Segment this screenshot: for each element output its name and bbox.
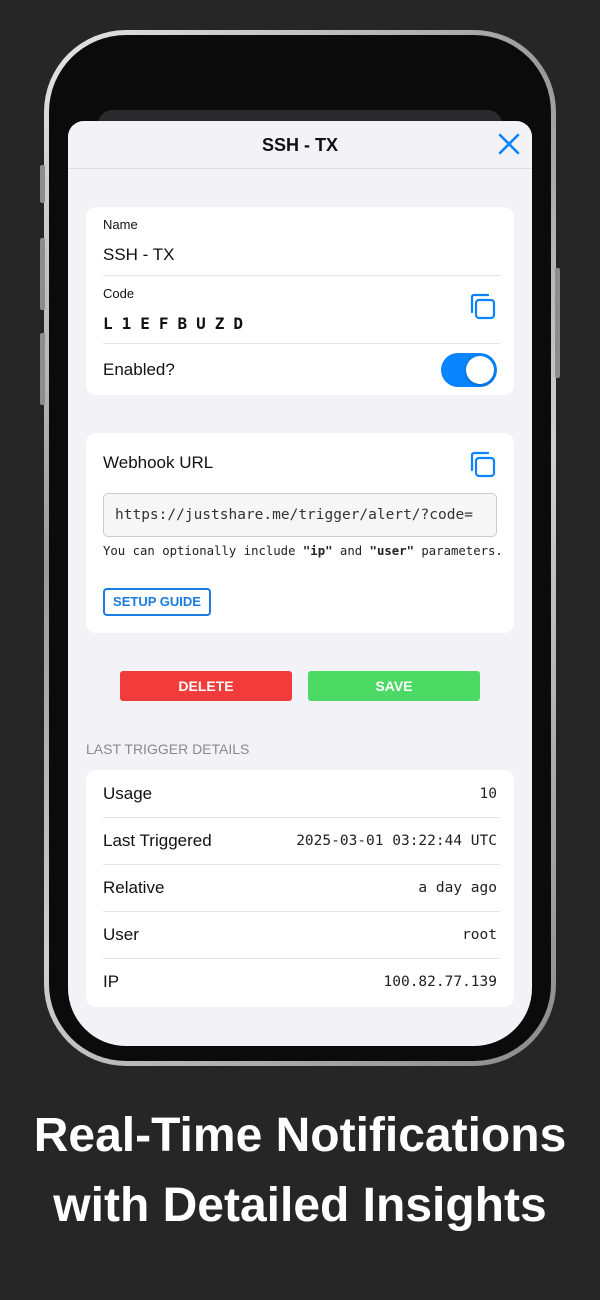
hint-user: "user" [369,544,414,558]
detail-row-ip: IP 100.82.77.139 [103,958,497,1005]
caption-line-1: Real-Time Notifications [33,1109,567,1162]
delete-button[interactable]: DELETE [120,671,292,701]
detail-row-usage: Usage 10 [103,770,497,817]
phone-volume-up [40,238,45,310]
row-value: 10 [479,786,497,802]
webhook-label: Webhook URL [103,453,214,472]
detail-row-user: User root [103,911,497,958]
hint-prefix: You can optionally include [103,544,303,558]
last-trigger-card: Usage 10 Last Triggered 2025-03-01 03:22… [86,770,514,1007]
setup-guide-button[interactable]: SETUP GUIDE [103,588,211,616]
section-header: LAST TRIGGER DETAILS [86,741,250,757]
copy-code-icon[interactable] [467,291,497,321]
app-screen: SSH - TX Name SSH - TX Code L1EFBUZD Ena… [68,121,532,1046]
row-value: 100.82.77.139 [383,974,498,990]
row-label: Usage [103,784,153,803]
divider [103,343,500,344]
detail-row-relative: Relative a day ago [103,864,497,911]
enabled-toggle[interactable] [441,353,497,387]
row-value: 2025-03-01 03:22:44 UTC [296,833,497,849]
row-value: root [462,927,497,943]
hint-and: and [332,544,370,558]
caption-line-2: with Detailed Insights [53,1179,547,1232]
copy-url-icon[interactable] [467,449,497,479]
name-field[interactable]: SSH - TX [103,245,174,265]
row-value: a day ago [418,880,497,896]
row-label: User [103,925,139,944]
webhook-hint: You can optionally include "ip" and "use… [103,541,503,561]
webhook-card: Webhook URL https://justshare.me/trigger… [86,433,514,633]
detail-row-last-triggered: Last Triggered 2025-03-01 03:22:44 UTC [103,817,497,864]
row-label: IP [103,972,120,991]
toggle-knob [466,356,494,384]
row-label: Relative [103,878,165,897]
nav-bar: SSH - TX [68,121,532,169]
webhook-url-field[interactable]: https://justshare.me/trigger/alert/?code… [103,493,497,537]
divider [103,275,500,276]
save-button[interactable]: SAVE [308,671,480,701]
phone-volume-down [40,333,45,405]
code-label: Code [103,286,135,301]
phone-power-button [555,268,560,378]
enabled-label: Enabled? [103,360,175,379]
page-title: SSH - TX [261,135,338,155]
code-value: L1EFBUZD [103,314,253,333]
hint-suffix: parameters. [413,544,503,558]
row-label: Last Triggered [103,831,212,850]
phone-mute-switch [40,165,45,203]
name-label: Name [103,217,138,232]
close-icon[interactable] [496,131,522,157]
hint-ip: "ip" [302,544,333,558]
trigger-details-card: Name SSH - TX Code L1EFBUZD Enabled? [86,207,514,395]
